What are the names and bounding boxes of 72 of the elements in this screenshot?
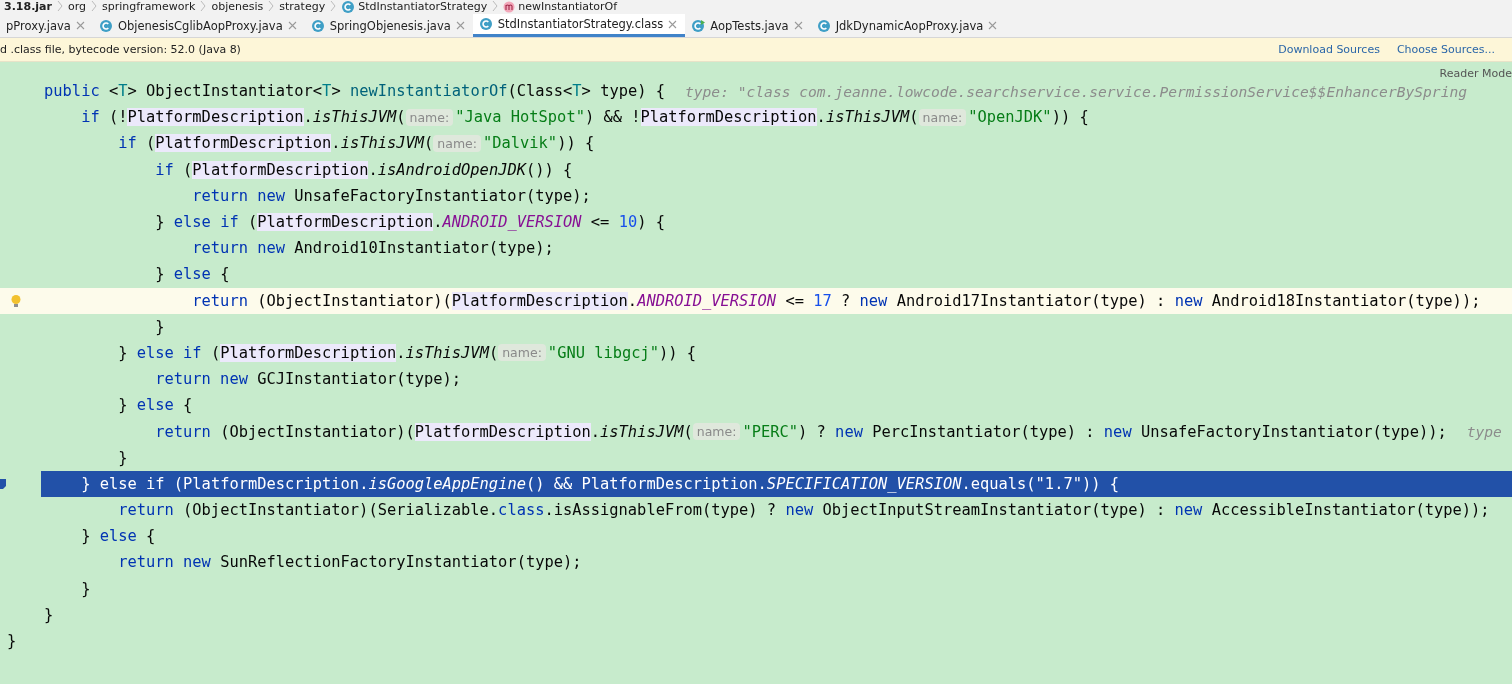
code-text: } else { [81,527,156,546]
chevron-icon [267,0,276,12]
code-text: } [155,317,165,336]
inline-type-hint: type: "class com.jeanne.lowcode.searchservice.service.PermissionService$$EnhancerBySpring [685,82,1467,100]
breadcrumb-item[interactable]: 3.18.jar [4,0,52,14]
code-text: return new UnsafeFactoryInstantiator(type); [192,186,591,205]
code-text: "PERC") ? new PercInstantiator(type) : new UnsafeFactoryInstantiator(type)); [742,422,1447,441]
code-text: if (PlatformDescription.isThisJVM( [118,134,434,153]
lightbulb-icon [10,293,22,308]
parameter-hint: name: [405,108,454,126]
code-text: "Dalvik")) { [483,134,595,153]
breadcrumb-item[interactable]: springframework [102,0,196,14]
chevron-icon [199,0,208,12]
breadcrumb-item[interactable]: org [67,0,86,14]
reader-mode-link[interactable]: Reader Mode [1439,67,1512,80]
notice-message: d .class file, bytecode version: 52.0 (Java 8) [0,43,242,56]
class-icon [98,18,113,33]
code-text: } else if (PlatformDescription.isGoogleAppEngine() && PlatformDescription.SPECIFICATION_VERSION.equals("1.7")) { [81,474,1119,493]
code-text: } [118,448,128,467]
class-icon [310,18,325,33]
close-icon [668,19,678,29]
close-icon [988,21,998,30]
parameter-hint: name: [498,344,546,362]
parameter-hint: name: [433,134,481,152]
code-text: if (!PlatformDescription.isThisJVM( [81,108,406,127]
code-text: } [7,632,17,651]
parameter-hint: name: [692,423,741,441]
class-icon [341,0,356,14]
code-text: "OpenJDK")) { [968,108,1089,127]
code-text: return new Android10Instantiator(type); [192,239,554,258]
editor-tab[interactable]: JdkDynamicAopProxy.java [810,14,1006,37]
code-text: } else { [118,396,193,415]
chevron-icon [55,0,64,12]
breadcrumb-item[interactable]: objenesis [211,0,264,14]
code-text: return (ObjectInstantiator)(Serializable.class.isAssignableFrom(type) ? new ObjectInputStreamInstantiator(type) : new AccessibleInstantiator(type)); [118,501,1490,520]
editor-tab[interactable]: AopTests.java [685,14,811,37]
code-text: } [44,605,54,624]
code-text: return new GCJInstantiator(type); [155,370,462,389]
class-icon [478,17,493,31]
chevron-icon [90,0,98,12]
code-text: return new SunReflectionFactoryInstantiator(type); [118,553,582,572]
code-text: } [81,579,91,598]
editor-tab[interactable]: ObjenesisCglibAopProxy.java [92,14,305,37]
code-text: } else { [155,265,230,284]
chevron-icon [491,0,500,12]
parameter-hint: name: [918,108,967,126]
code-text: } else if (PlatformDescription.ANDROID_VERSION <= 10) { [155,213,665,232]
code-text: "GNU libgcj")) { [547,343,697,362]
test-class-icon [691,18,706,33]
inline-type-hint: type [1466,423,1502,441]
bookmark-icon [0,478,6,489]
editor-tab[interactable]: StdInstantiatorStrategy.class [472,14,686,37]
code-text: public <T> ObjectInstantiator<T> newInstantiatorOf(Class<T> type) { [44,82,665,101]
close-icon [455,21,465,30]
code-text: return (ObjectInstantiator)(PlatformDescription.isThisJVM( [155,422,693,441]
editor-tab[interactable]: SpringObjenesis.java [304,14,473,37]
breadcrumb-item[interactable]: StdInstantiatorStrategy [358,0,488,14]
close-icon [287,21,297,30]
link[interactable]: Choose Sources... [1396,43,1495,56]
code-text: return (ObjectInstantiator)(PlatformDescription.ANDROID_VERSION <= 17 ? new Android17Instantiator(type) : new Android18Instantiator(type)); [192,291,1481,310]
breadcrumb-item[interactable]: strategy [279,0,326,14]
method-icon [503,1,516,13]
code-text: } else if (PlatformDescription.isThisJVM( [118,343,499,362]
class-icon [816,18,831,33]
editor-tab[interactable]: pProxy.java [0,14,93,37]
breadcrumb-item[interactable]: newInstantiatorOf [518,0,618,14]
close-icon [793,21,803,30]
code-text: if (PlatformDescription.isAndroidOpenJDK()) { [155,160,573,179]
chevron-icon [329,0,338,12]
code-text: "Java HotSpot") && !PlatformDescription.isThisJVM( [455,108,919,127]
link[interactable]: Download Sources [1278,43,1380,56]
close-icon [75,21,85,30]
